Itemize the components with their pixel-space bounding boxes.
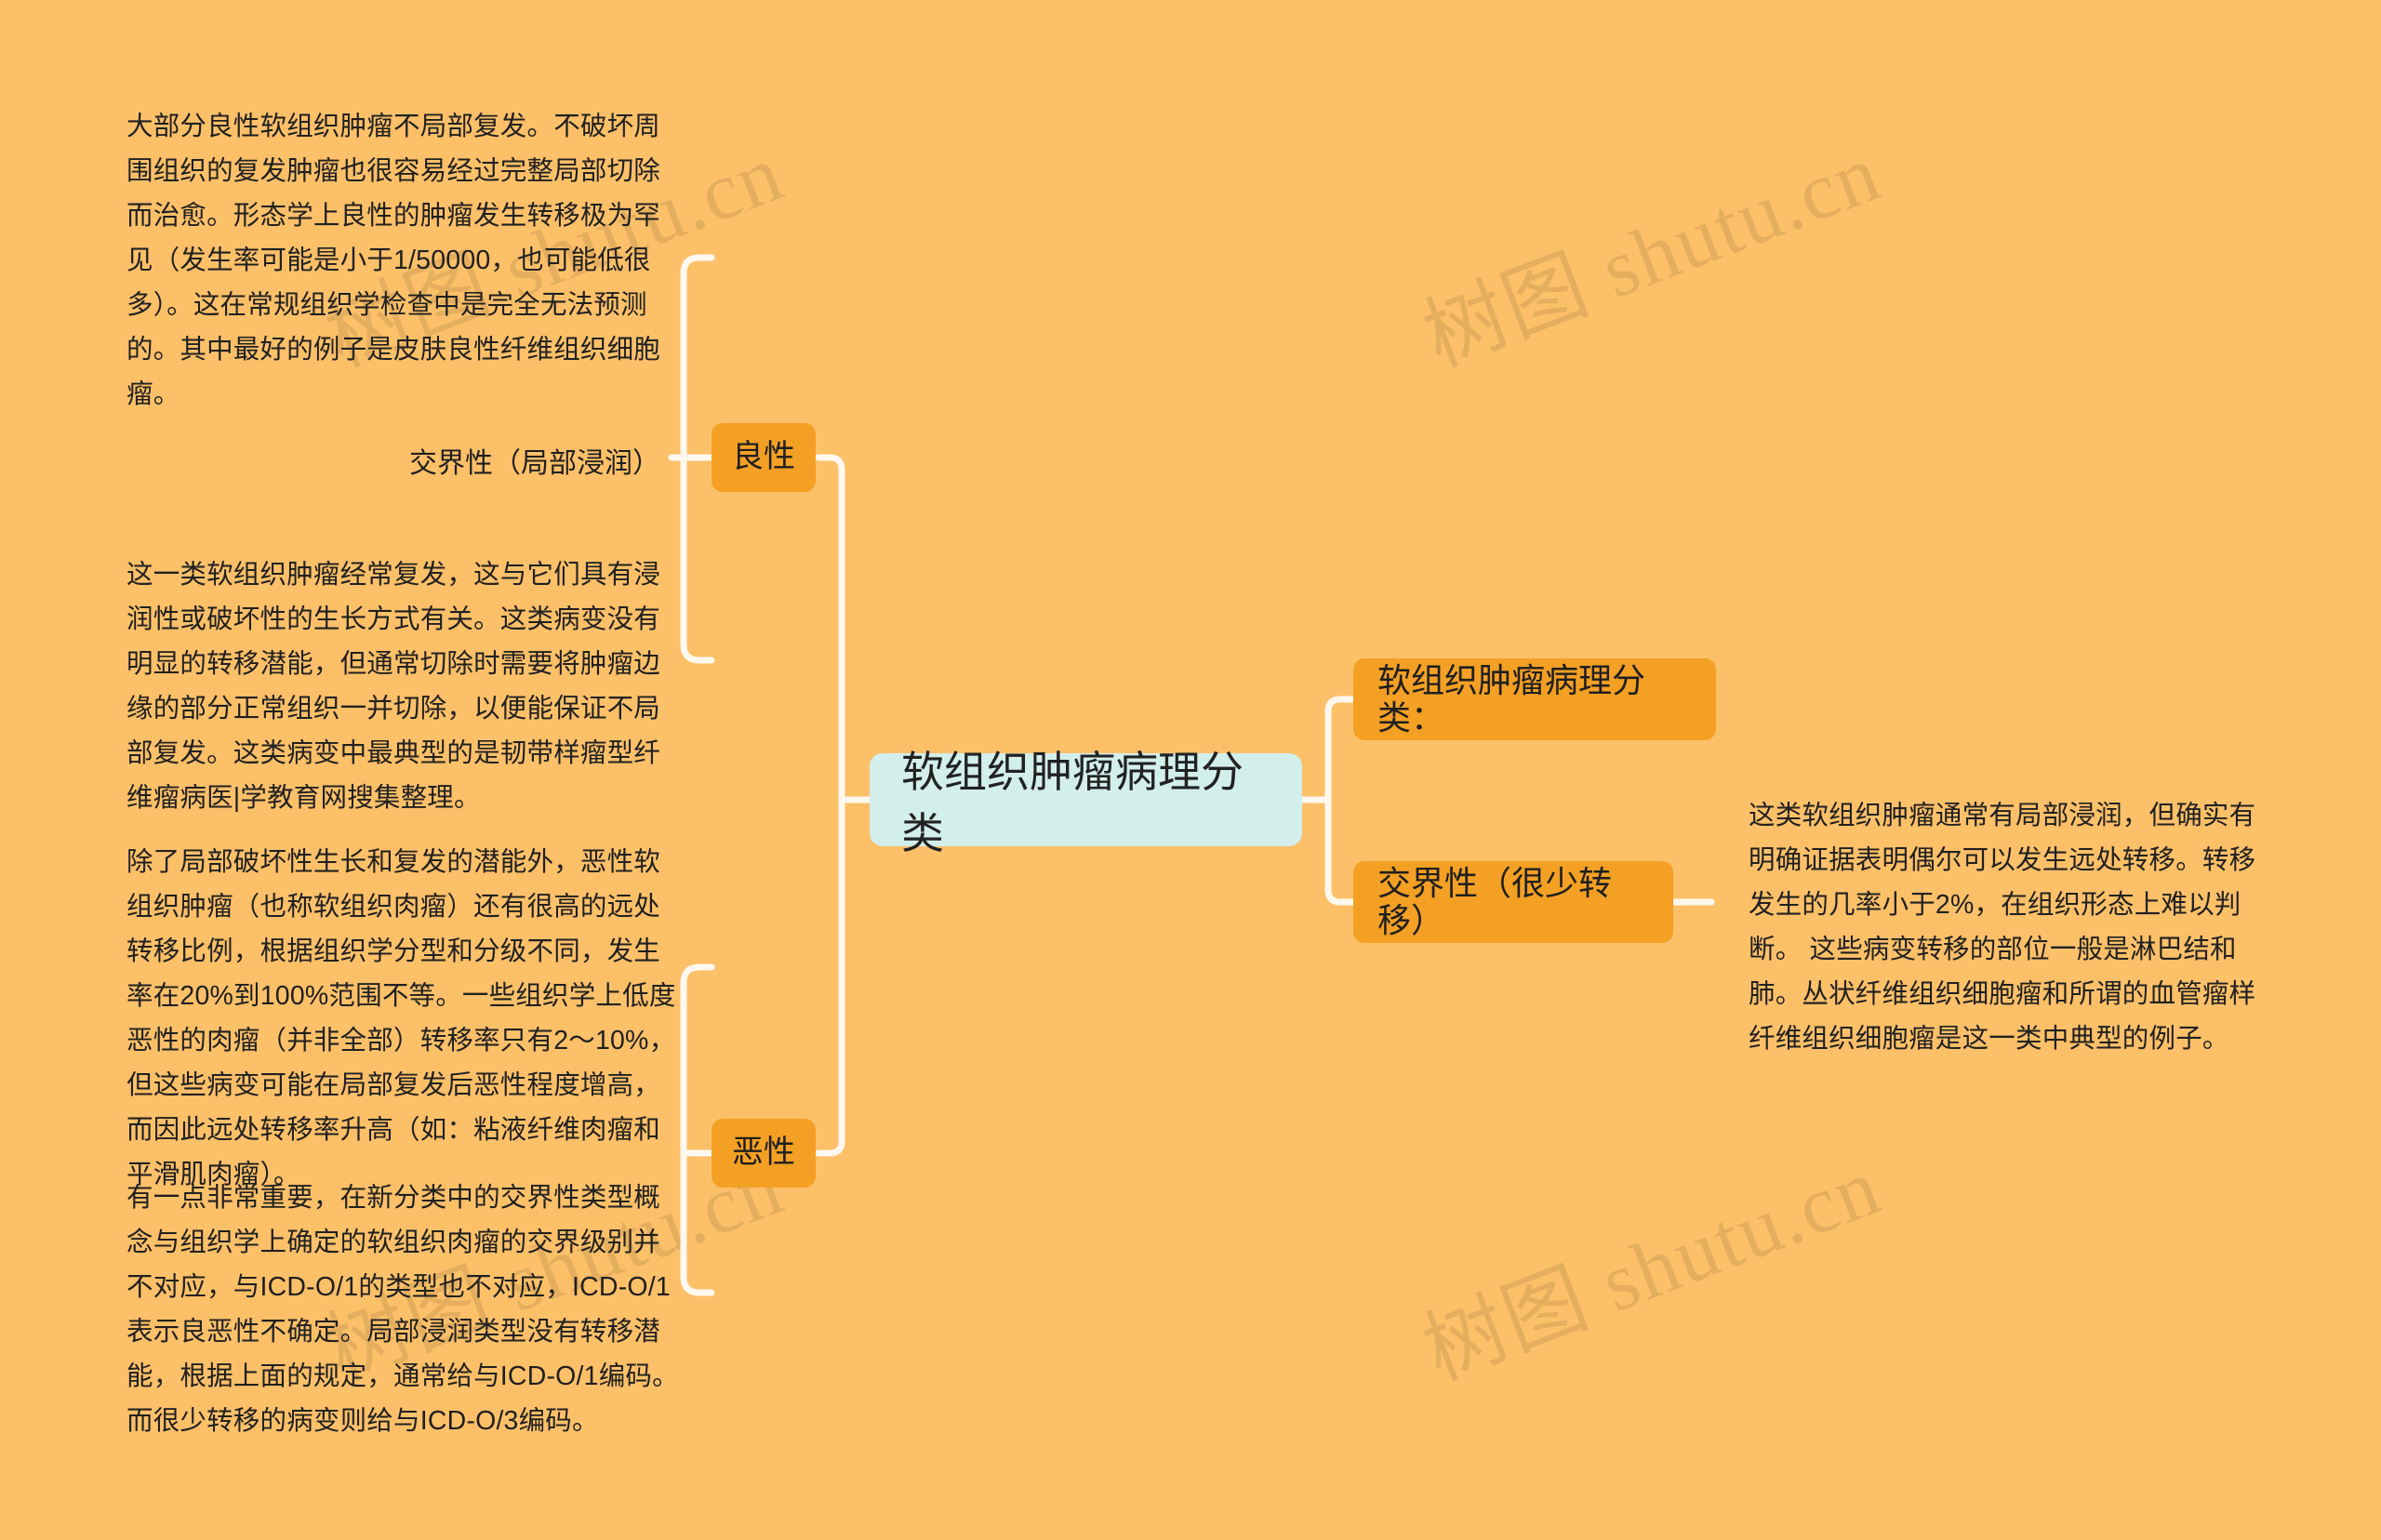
bracket-malignant	[680, 963, 703, 1296]
leaf-benign-2[interactable]: 这一类软组织肿瘤经常复发，这与它们具有浸润性或破坏性的生长方式有关。这类病变没有…	[126, 552, 679, 820]
mindmap-canvas: 树图 shutu.cn 树图 shutu.cn 树图 shutu.cn 树图 s…	[0, 0, 2381, 1540]
branch-node-borderline[interactable]: 交界性（很少转移）	[1353, 861, 1673, 943]
branch-node-benign[interactable]: 良性	[712, 423, 816, 492]
bracket-benign	[680, 254, 703, 664]
leaf-malignant-1[interactable]: 除了局部破坏性生长和复发的潜能外，恶性软组织肿瘤（也称软组织肉瘤）还有很高的远处…	[126, 840, 679, 1197]
link-root-malignant	[815, 796, 873, 1157]
watermark-text: 树图 shutu.cn	[1412, 127, 1893, 384]
benign-sibling-label[interactable]: 交界性（局部浸润）	[409, 440, 660, 481]
leaf-malignant-2[interactable]: 有一点非常重要，在新分类中的交界性类型概念与组织学上确定的软组织肉瘤的交界级别并…	[126, 1175, 679, 1443]
branch-node-malignant[interactable]: 恶性	[712, 1119, 816, 1188]
link-root-borderline	[1298, 796, 1357, 906]
link-root-benign	[815, 454, 873, 803]
leaf-benign-1[interactable]: 大部分良性软组织肿瘤不局部复发。不破坏周围组织的复发肿瘤也很容易经过完整局部切除…	[126, 104, 679, 417]
leaf-borderline-1[interactable]: 这类软组织肿瘤通常有局部浸润，但确实有明确证据表明偶尔可以发生远处转移。转移发生…	[1749, 793, 2275, 1061]
root-node[interactable]: 软组织肿瘤病理分类	[870, 748, 1302, 857]
watermark-text: 树图 shutu.cn	[1412, 1141, 1893, 1398]
link-root-classification	[1298, 696, 1357, 803]
branch-node-classification[interactable]: 软组织肿瘤病理分类：	[1353, 658, 1716, 740]
